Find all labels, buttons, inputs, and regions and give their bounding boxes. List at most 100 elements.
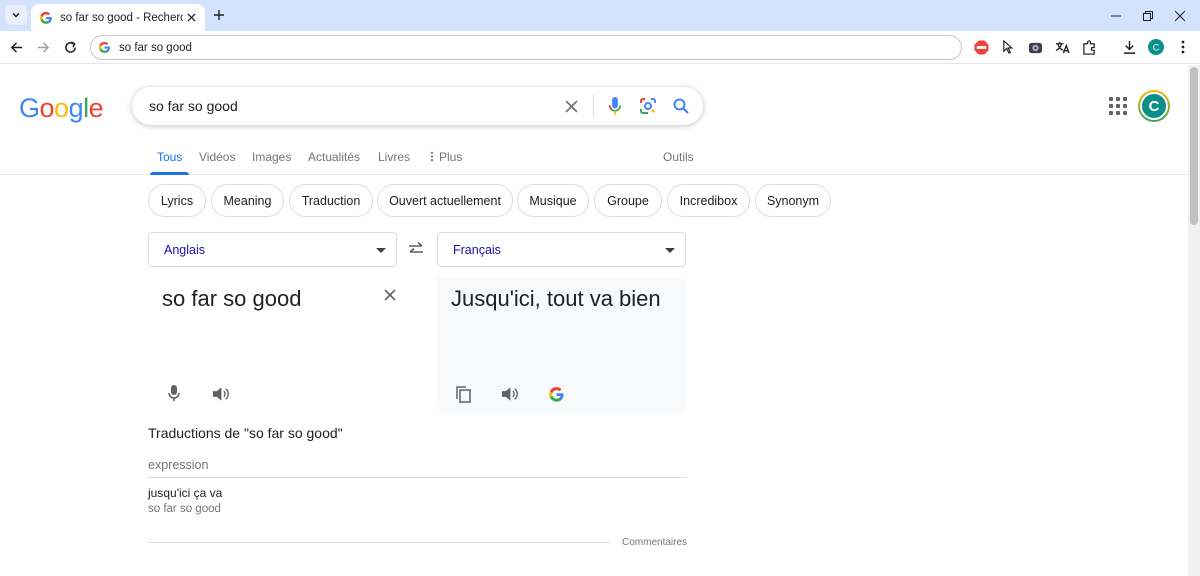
voice-search-button[interactable] <box>604 95 626 117</box>
extension-button[interactable] <box>1026 38 1044 56</box>
translations-heading: Traductions de "so far so good" <box>148 425 343 441</box>
google-icon <box>548 386 564 402</box>
reload-button[interactable] <box>59 36 81 58</box>
tab-title: so far so good - Recherche Goo <box>60 11 183 24</box>
google-logo[interactable]: Google <box>19 93 104 124</box>
tab-more-label: Plus <box>439 150 463 164</box>
tab-close-button[interactable] <box>183 10 199 26</box>
tab-images[interactable]: Images <box>252 150 291 175</box>
back-translation: so far so good <box>148 503 221 515</box>
arrow-right-icon <box>37 41 49 53</box>
avatar-icon: C <box>1148 39 1164 55</box>
profile-button[interactable]: C <box>1147 38 1165 56</box>
puzzle-icon <box>1082 39 1095 55</box>
speaker-icon <box>212 387 229 401</box>
chip-incredibox[interactable]: Incredibox <box>667 184 750 217</box>
speaker-icon <box>501 387 518 401</box>
source-language-select[interactable]: Anglais <box>148 232 397 267</box>
chip-groupe[interactable]: Groupe <box>594 184 662 217</box>
new-tab-button[interactable] <box>210 6 228 24</box>
search-tabs: Tous Vidéos Images Actualités Livres Plu… <box>0 147 1188 175</box>
target-language-label: Français <box>453 242 501 257</box>
url-text: so far so good <box>119 41 192 54</box>
clear-search-button[interactable] <box>560 95 582 117</box>
scrollbar-thumb[interactable] <box>1190 67 1198 225</box>
microphone-icon <box>168 384 180 401</box>
target-language-select[interactable]: Français <box>437 232 686 267</box>
close-icon[interactable] <box>382 287 398 303</box>
chip-meaning[interactable]: Meaning <box>211 184 284 217</box>
tab-tools[interactable]: Outils <box>663 150 694 175</box>
swap-languages-icon[interactable] <box>407 241 425 257</box>
translation-output: Jusqu'ici, tout va bien <box>437 278 686 413</box>
apps-grid-icon <box>1109 97 1113 101</box>
close-icon <box>1175 10 1185 21</box>
camera-icon <box>1028 42 1042 53</box>
tab-news[interactable]: Actualités <box>308 150 360 175</box>
close-window-button[interactable] <box>1160 0 1200 31</box>
reload-icon <box>64 40 76 53</box>
source-language-label: Anglais <box>164 242 205 257</box>
back-button[interactable] <box>5 36 27 58</box>
chip-traduction[interactable]: Traduction <box>289 184 373 217</box>
translated-text: Jusqu'ici, tout va bien <box>451 286 661 311</box>
tab-strip: so far so good - Recherche Goo <box>0 0 1200 31</box>
listen-source-button[interactable] <box>210 384 230 404</box>
chip-lyrics[interactable]: Lyrics <box>148 184 206 217</box>
tab-videos[interactable]: Vidéos <box>199 150 235 175</box>
arrow-left-icon <box>10 41 22 53</box>
feedback-link[interactable]: Commentaires <box>622 537 687 548</box>
search-divider <box>593 95 594 117</box>
google-apps-button[interactable] <box>1108 96 1128 116</box>
restore-icon <box>1143 10 1153 21</box>
caret-down-icon <box>665 248 675 253</box>
tab-more[interactable]: Plus <box>430 150 462 175</box>
google-search-page: Google so far so good C Tous Vidéos Imag… <box>0 65 1188 576</box>
tab-all[interactable]: Tous <box>149 150 190 175</box>
search-button[interactable] <box>670 95 692 117</box>
browser-tab[interactable]: so far so good - Recherche Goo <box>31 4 205 31</box>
minimize-icon <box>1111 15 1121 16</box>
search-icon <box>673 98 689 114</box>
browser-toolbar: so far so good C <box>0 31 1200 64</box>
address-bar[interactable]: so far so good <box>90 35 962 60</box>
svg-text:C: C <box>1153 43 1160 53</box>
extension-button[interactable] <box>999 38 1017 56</box>
translation-category: expression <box>148 458 209 472</box>
translation-entry[interactable]: jusqu'ici ça va <box>148 486 222 500</box>
translate-extension-icon <box>1055 41 1070 53</box>
voice-input-button[interactable] <box>164 383 184 403</box>
tab-search-button[interactable] <box>5 5 27 25</box>
divider <box>148 542 610 543</box>
open-google-translate-button[interactable] <box>546 384 566 404</box>
caret-down-icon <box>376 248 386 253</box>
listen-translation-button[interactable] <box>499 384 519 404</box>
plus-icon <box>214 10 224 20</box>
search-input[interactable]: so far so good <box>149 98 560 114</box>
downloads-button[interactable] <box>1120 38 1138 56</box>
google-lens-icon <box>640 98 656 114</box>
chip-synonym[interactable]: Synonym <box>755 184 831 217</box>
forward-button[interactable] <box>32 36 54 58</box>
chevron-down-icon <box>12 12 20 18</box>
more-vertical-icon <box>430 151 434 162</box>
chrome-menu-button[interactable] <box>1174 38 1192 56</box>
more-vertical-icon <box>1181 40 1185 54</box>
extension-button[interactable] <box>1053 38 1071 56</box>
extensions-menu-button[interactable] <box>1080 38 1098 56</box>
copy-button[interactable] <box>453 384 473 404</box>
adblock-icon <box>973 39 989 55</box>
account-avatar[interactable]: C <box>1138 90 1170 122</box>
close-icon <box>564 99 578 113</box>
lens-search-button[interactable] <box>637 95 659 117</box>
avatar-letter: C <box>1140 92 1168 120</box>
chip-musique[interactable]: Musique <box>517 184 589 217</box>
microphone-icon <box>608 96 622 115</box>
tab-books[interactable]: Livres <box>378 150 410 175</box>
chip-ouvert-actuellement[interactable]: Ouvert actuellement <box>377 184 513 217</box>
adblock-extension-button[interactable] <box>972 38 990 56</box>
source-text-input[interactable]: so far so good <box>162 286 301 312</box>
copy-icon <box>455 385 471 403</box>
search-box[interactable]: so far so good <box>132 87 703 125</box>
page-scrollbar[interactable] <box>1188 65 1200 576</box>
